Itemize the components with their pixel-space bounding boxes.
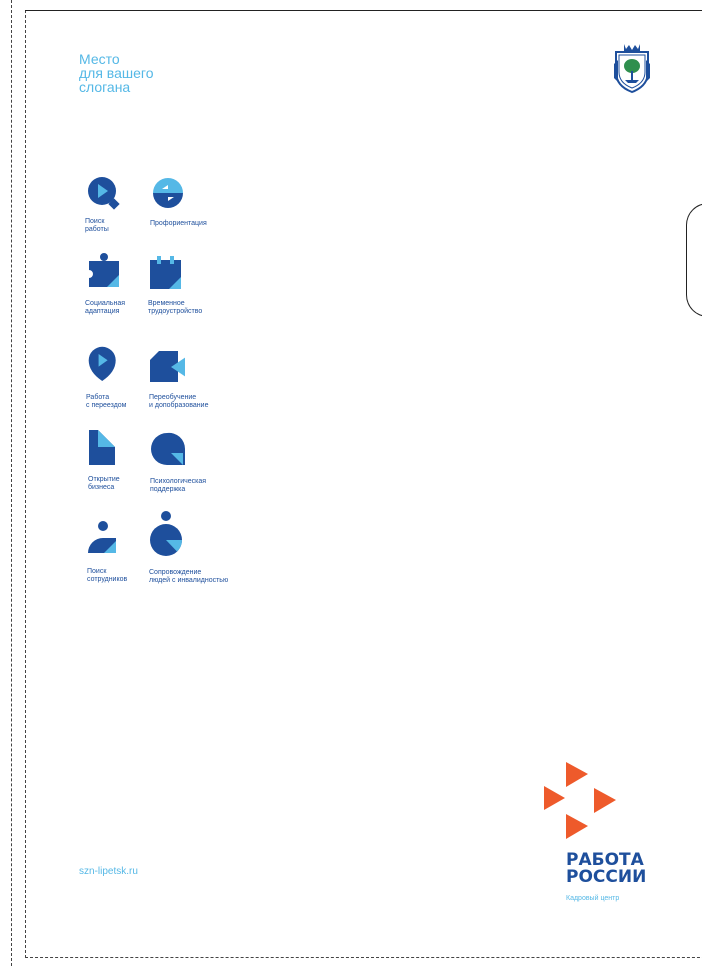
slogan-line-2: для вашего xyxy=(79,65,154,81)
cycle-arrows-icon xyxy=(153,178,183,208)
rabota-rossii-logo-icon xyxy=(544,762,616,839)
document-icon xyxy=(89,430,115,465)
brand-title: РАБОТА РОССИИ xyxy=(566,852,646,886)
slogan-placeholder: Место для вашего слогана xyxy=(79,52,199,94)
search-play-icon xyxy=(88,177,120,210)
page-top-edge xyxy=(25,10,702,11)
service-label-line-1: Сопровождение xyxy=(149,569,202,576)
person-icon xyxy=(88,521,116,553)
service-label-line-2: работы xyxy=(85,226,109,233)
service-label-line-1: Профориентация xyxy=(150,220,207,227)
slogan-line-1: Место xyxy=(79,51,120,67)
service-label-line-2: поддержка xyxy=(150,486,186,493)
service-label-line-1: Поиск xyxy=(85,218,105,225)
brand-subtitle: Кадровый центр xyxy=(566,895,620,902)
calendar-icon xyxy=(150,256,181,289)
service-label-line-1: Открытие xyxy=(88,476,120,483)
page: Место для вашего слогана Поиск работы Пр… xyxy=(0,0,702,966)
service-label-line-2: и допобразование xyxy=(149,402,209,409)
die-cut-tab xyxy=(686,203,702,317)
service-label-line-2: сотрудников xyxy=(87,576,128,583)
service-label-line-2: бизнеса xyxy=(88,484,115,491)
service-label-line-2: трудоустройство xyxy=(148,308,203,315)
person-support-icon xyxy=(150,511,182,556)
website-url: szn-lipetsk.ru xyxy=(79,866,138,877)
service-label-line-1: Переобучение xyxy=(149,394,197,401)
service-label-line-1: Социальная xyxy=(85,300,126,307)
service-label-line-2: людей с инвалидностью xyxy=(149,577,229,584)
cut-line-left xyxy=(11,0,12,966)
slogan-line-3: слогана xyxy=(79,79,131,95)
service-label-line-2: адаптация xyxy=(85,308,120,315)
brand-title-line-2: РОССИИ xyxy=(566,867,647,887)
location-pin-icon xyxy=(88,346,116,381)
cut-line-bottom xyxy=(25,957,702,958)
fold-line-left xyxy=(25,10,26,958)
speech-bubble-icon xyxy=(151,432,186,465)
service-label-line-1: Поиск xyxy=(87,568,107,575)
video-camera-icon xyxy=(150,351,185,382)
service-label-line-1: Психологическая xyxy=(150,478,207,485)
service-label-line-1: Работа xyxy=(86,394,110,401)
puzzle-icon xyxy=(89,253,119,287)
coat-of-arms-icon xyxy=(614,44,650,94)
service-label-line-2: с переездом xyxy=(86,402,127,409)
service-label-line-1: Временное xyxy=(148,300,185,307)
